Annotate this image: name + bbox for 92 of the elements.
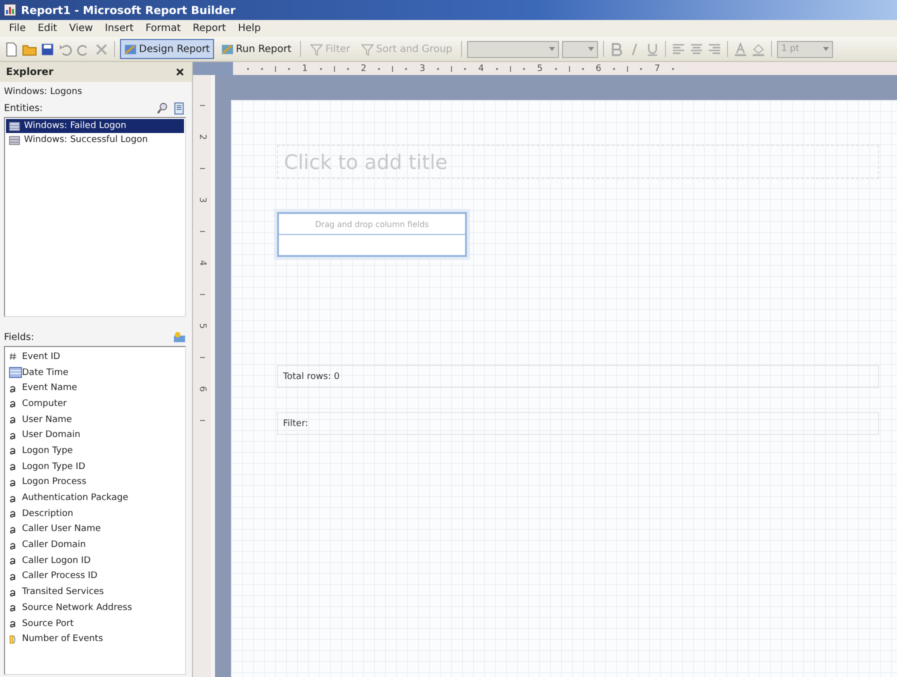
- field-item[interactable]: Caller Process ID: [6, 568, 184, 584]
- mode-button[interactable]: Design Report: [120, 39, 214, 59]
- menu-item[interactable]: Report: [190, 23, 235, 34]
- text-field-icon: [9, 556, 17, 566]
- ruler-number: 2: [197, 134, 207, 140]
- field-item[interactable]: Date Time: [6, 364, 184, 380]
- close-icon[interactable]: [176, 68, 184, 76]
- folder-icon[interactable]: [173, 331, 186, 344]
- field-item[interactable]: Source Port: [6, 616, 184, 632]
- entities-label: Entities:: [4, 103, 43, 114]
- ruler-number: 6: [197, 386, 207, 392]
- new-document-icon[interactable]: [4, 42, 19, 56]
- ruler-number: 4: [197, 260, 207, 266]
- entity-item[interactable]: Windows: Failed Logon: [6, 119, 184, 133]
- field-item[interactable]: Caller Domain: [6, 537, 184, 553]
- field-item[interactable]: Logon Type: [6, 443, 184, 459]
- field-item[interactable]: Computer: [6, 396, 184, 412]
- font-color-icon[interactable]: [733, 42, 748, 56]
- field-item[interactable]: Logon Type ID: [6, 458, 184, 474]
- ruler-number: 3: [419, 64, 426, 74]
- text-field-icon: [9, 619, 17, 628]
- table-icon: [9, 122, 20, 130]
- ruler-number: 5: [536, 64, 543, 74]
- align-right-icon[interactable]: [707, 42, 722, 56]
- sum-field-icon: [9, 634, 17, 644]
- text-field-icon: [9, 572, 17, 581]
- ruler-number: 7: [654, 64, 660, 74]
- text-field-icon: [9, 415, 17, 424]
- menu-item[interactable]: Edit: [34, 23, 66, 34]
- ruler-number: 4: [478, 64, 484, 74]
- mode-button[interactable]: Run Report: [216, 39, 296, 59]
- model-name: Windows: Logons: [4, 86, 84, 99]
- text-field-icon: [9, 430, 17, 440]
- field-item[interactable]: Caller Logon ID: [6, 552, 184, 569]
- text-field-icon: [9, 509, 17, 518]
- align-center-icon[interactable]: [689, 42, 704, 56]
- fill-color-icon[interactable]: [751, 42, 766, 56]
- dropdown-arrow-icon: [549, 47, 556, 51]
- text-field-icon: [9, 384, 17, 393]
- menu-item[interactable]: View: [66, 23, 102, 34]
- text-field-icon: [9, 399, 17, 408]
- text-field-icon: [9, 588, 17, 597]
- ruler-number: 3: [197, 197, 207, 203]
- dropdown-arrow-icon: [588, 47, 594, 51]
- table-header-cell: Drag and drop column fields: [279, 214, 465, 235]
- total-rows-box[interactable]: Total rows: 0: [277, 365, 879, 388]
- save-icon[interactable]: [40, 42, 55, 56]
- search-icon[interactable]: [156, 102, 169, 115]
- entity-item[interactable]: Windows: Successful Logon: [6, 133, 184, 147]
- ruler-number: 6: [596, 64, 602, 74]
- filter-box[interactable]: Filter:: [277, 412, 879, 435]
- field-item[interactable]: Logon Process: [6, 474, 184, 490]
- align-left-icon[interactable]: [671, 42, 686, 56]
- ruler-number: 5: [197, 323, 207, 329]
- text-field-icon: [9, 494, 17, 503]
- field-item[interactable]: Number of Events: [6, 631, 184, 648]
- field-item[interactable]: Description: [6, 506, 184, 522]
- text-field-icon: [9, 478, 17, 487]
- field-item[interactable]: Event Name: [6, 380, 184, 396]
- document-icon[interactable]: [173, 102, 186, 115]
- calendar-icon: [9, 367, 22, 378]
- app-icon: [3, 3, 17, 17]
- ruler-number: 1: [302, 64, 308, 74]
- field-item[interactable]: User Name: [6, 412, 184, 428]
- field-item[interactable]: Transited Services: [6, 584, 184, 600]
- text-field-icon: [9, 462, 17, 472]
- text-field-icon: [9, 524, 17, 534]
- menu-item[interactable]: Help: [234, 23, 270, 34]
- hash-icon: [9, 352, 17, 362]
- font-size-dropdown[interactable]: [562, 40, 598, 58]
- bold-icon[interactable]: [609, 42, 624, 56]
- delete-icon[interactable]: [94, 42, 109, 56]
- text-field-icon: [9, 540, 17, 550]
- field-item[interactable]: Authentication Package: [6, 490, 184, 506]
- field-item[interactable]: User Domain: [6, 427, 184, 444]
- menu-item[interactable]: Format: [142, 23, 190, 34]
- window-title: Report1 - Microsoft Report Builder: [21, 4, 236, 16]
- field-item[interactable]: Source Network Address: [6, 600, 184, 616]
- text-field-icon: [9, 603, 17, 612]
- table-icon: [9, 136, 20, 144]
- menu-item[interactable]: Insert: [102, 23, 143, 34]
- text-field-icon: [9, 446, 17, 456]
- dropdown-arrow-icon: [823, 47, 830, 51]
- fields-label: Fields:: [4, 332, 34, 343]
- ruler-number: 2: [360, 64, 366, 74]
- panel-title: Explorer: [6, 66, 54, 78]
- menu-item[interactable]: File: [6, 23, 35, 34]
- field-item[interactable]: Event ID: [6, 349, 184, 365]
- pencil-icon: [124, 42, 137, 56]
- field-item[interactable]: Caller User Name: [6, 522, 184, 538]
- font-dropdown[interactable]: [467, 40, 560, 58]
- filter-icon: [310, 42, 324, 56]
